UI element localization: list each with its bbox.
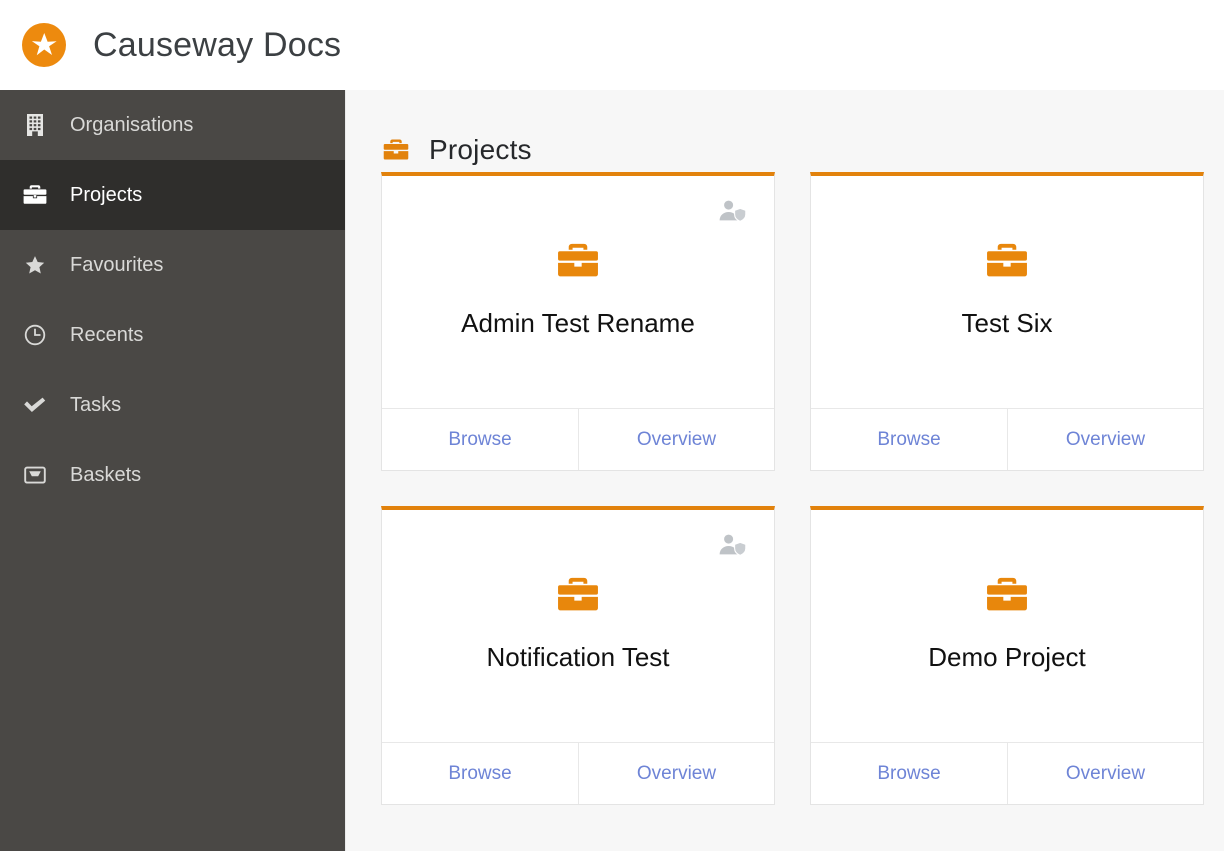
overview-button[interactable]: Overview — [578, 409, 774, 470]
browse-button[interactable]: Browse — [382, 743, 578, 804]
project-title: Test Six — [961, 307, 1053, 338]
briefcase-icon — [554, 571, 602, 619]
sidebar-item-favourites[interactable]: Favourites — [0, 230, 345, 300]
overview-button[interactable]: Overview — [578, 743, 774, 804]
project-card-footer: Browse Overview — [382, 742, 774, 804]
star-circle-logo-icon[interactable] — [22, 23, 66, 67]
sidebar-item-label: Projects — [70, 184, 143, 206]
project-title: Admin Test Rename — [461, 307, 695, 338]
project-card-footer: Browse Overview — [811, 408, 1203, 470]
browse-button[interactable]: Browse — [382, 409, 578, 470]
section-title: Projects — [429, 134, 532, 165]
sidebar-item-label: Recents — [70, 324, 144, 346]
project-title: Demo Project — [928, 641, 1086, 672]
briefcase-icon — [983, 237, 1031, 285]
sidebar-item-label: Favourites — [70, 254, 164, 276]
clock-icon — [20, 320, 50, 350]
project-card-body: Admin Test Rename — [382, 176, 774, 408]
sidebar-item-tasks[interactable]: Tasks — [0, 370, 345, 440]
sidebar-item-label: Organisations — [70, 114, 194, 136]
overview-button[interactable]: Overview — [1007, 409, 1203, 470]
project-card-grid: Admin Test Rename Browse Overview Test S… — [346, 172, 1224, 805]
page-header: Projects — [346, 90, 1224, 172]
sidebar-item-organisations[interactable]: Organisations — [0, 90, 345, 160]
briefcase-icon — [381, 135, 411, 165]
check-icon — [20, 390, 50, 420]
project-card[interactable]: Demo Project Browse Overview — [810, 506, 1204, 805]
sidebar: Organisations Projects Favourites Recent… — [0, 90, 345, 851]
project-card-body: Test Six — [811, 176, 1203, 408]
inbox-icon — [20, 460, 50, 490]
main-content: Projects Admin Test Rename Browse Overvi… — [345, 90, 1224, 851]
overview-button[interactable]: Overview — [1007, 743, 1203, 804]
project-card-footer: Browse Overview — [382, 408, 774, 470]
user-shield-icon — [716, 198, 750, 224]
project-card-footer: Browse Overview — [811, 742, 1203, 804]
sidebar-item-label: Tasks — [70, 394, 122, 416]
sidebar-item-recents[interactable]: Recents — [0, 300, 345, 370]
project-card-body: Notification Test — [382, 510, 774, 742]
building-icon — [20, 110, 50, 140]
project-title: Notification Test — [486, 641, 670, 672]
browse-button[interactable]: Browse — [811, 409, 1007, 470]
sidebar-item-baskets[interactable]: Baskets — [0, 440, 345, 510]
app-header: Causeway Docs — [0, 0, 1224, 90]
briefcase-icon — [20, 180, 50, 210]
project-card[interactable]: Admin Test Rename Browse Overview — [381, 172, 775, 471]
page-title: Causeway Docs — [93, 25, 342, 64]
project-card[interactable]: Notification Test Browse Overview — [381, 506, 775, 805]
project-card[interactable]: Test Six Browse Overview — [810, 172, 1204, 471]
sidebar-item-label: Baskets — [70, 464, 142, 486]
briefcase-icon — [554, 237, 602, 285]
star-icon — [20, 250, 50, 280]
sidebar-item-projects[interactable]: Projects — [0, 160, 345, 230]
browse-button[interactable]: Browse — [811, 743, 1007, 804]
project-card-body: Demo Project — [811, 510, 1203, 742]
user-shield-icon — [716, 532, 750, 558]
briefcase-icon — [983, 571, 1031, 619]
